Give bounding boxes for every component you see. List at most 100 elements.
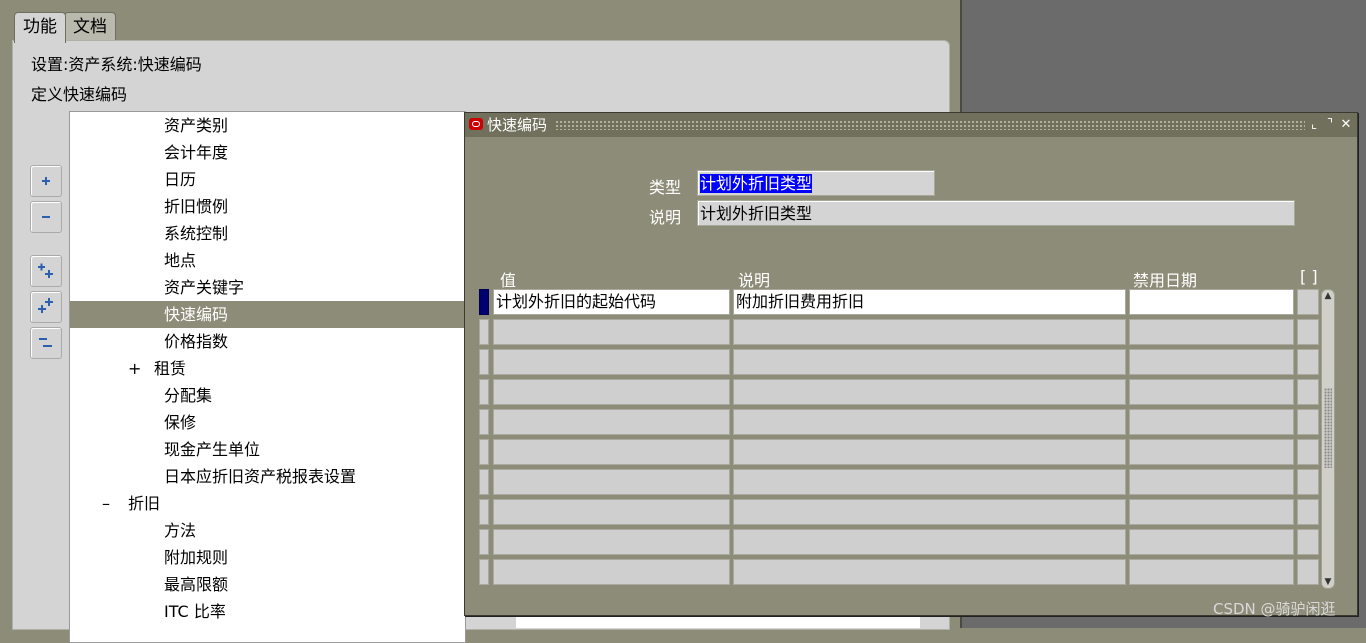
value-cell[interactable] (493, 529, 730, 555)
dff-cell[interactable] (1297, 289, 1319, 315)
dialog-titlebar[interactable]: 快速编码 ⌞ ⌝ ✕ (465, 113, 1357, 137)
tree-item[interactable]: 资产类别 (70, 112, 465, 139)
tree-item[interactable]: 快速编码 (70, 301, 465, 328)
row-indicator[interactable] (479, 319, 489, 345)
tree-item[interactable]: ITC 比率 (70, 598, 465, 625)
dff-cell[interactable] (1297, 379, 1319, 405)
tree-item[interactable]: 日本应折旧资产税报表设置 (70, 463, 465, 490)
disabled-date-cell[interactable] (1129, 469, 1294, 495)
row-indicator[interactable] (479, 409, 489, 435)
dff-cell[interactable] (1297, 529, 1319, 555)
dff-cell[interactable] (1297, 499, 1319, 525)
tree-item-label: 方法 (164, 521, 197, 540)
disabled-date-cell[interactable] (1129, 499, 1294, 525)
description-cell[interactable] (733, 559, 1126, 585)
row-indicator[interactable] (479, 559, 489, 585)
row-indicator[interactable] (479, 499, 489, 525)
dff-cell[interactable] (1297, 559, 1319, 585)
disabled-date-cell[interactable] (1129, 559, 1294, 585)
desc-field[interactable]: 计划外折旧类型 (697, 200, 1295, 226)
collapse-button[interactable] (30, 201, 62, 233)
collapse-node-icon[interactable]: – (102, 490, 110, 517)
scroll-grip[interactable] (1324, 388, 1332, 468)
expand-node-icon[interactable]: + (128, 355, 141, 382)
row-indicator[interactable] (479, 379, 489, 405)
tree-item-label: 价格指数 (164, 332, 229, 351)
row-indicator[interactable] (479, 289, 489, 315)
description-cell[interactable] (733, 499, 1126, 525)
value-cell[interactable] (493, 499, 730, 525)
tree-item-label: 快速编码 (164, 305, 229, 324)
tree-item[interactable]: 最高限额 (70, 571, 465, 598)
scroll-down-icon[interactable]: ▼ (1322, 576, 1334, 588)
grid-scrollbar[interactable]: ▲ ▼ (1321, 289, 1335, 589)
dff-cell[interactable] (1297, 409, 1319, 435)
tree-item[interactable]: 附加规则 (70, 544, 465, 571)
description-cell[interactable] (733, 439, 1126, 465)
value-cell[interactable] (493, 349, 730, 375)
value-cell[interactable] (493, 379, 730, 405)
tab-functions[interactable]: 功能 (14, 12, 66, 43)
tree-item[interactable]: 方法 (70, 517, 465, 544)
tab-documents[interactable]: 文档 (64, 12, 116, 41)
dff-cell[interactable] (1297, 439, 1319, 465)
value-cell[interactable] (493, 319, 730, 345)
expand-all-button[interactable] (30, 291, 62, 323)
dff-cell[interactable] (1297, 349, 1319, 375)
disabled-date-cell[interactable] (1129, 379, 1294, 405)
disabled-date-cell[interactable] (1129, 529, 1294, 555)
expand-all-icon (38, 298, 53, 313)
description-cell[interactable] (733, 319, 1126, 345)
disabled-date-cell[interactable] (1129, 439, 1294, 465)
tree-item-label: ITC 比率 (164, 602, 226, 621)
disabled-date-cell[interactable] (1129, 409, 1294, 435)
disabled-date-cell[interactable] (1129, 319, 1294, 345)
tree-item[interactable]: 保修 (70, 409, 465, 436)
dff-cell[interactable] (1297, 469, 1319, 495)
expand-icon (42, 177, 50, 185)
maximize-icon[interactable]: ⌝ (1323, 117, 1337, 133)
tree-item[interactable]: + 租赁 (70, 355, 465, 382)
description-cell[interactable] (733, 349, 1126, 375)
row-indicator[interactable] (479, 439, 489, 465)
description-cell[interactable] (733, 379, 1126, 405)
tree-item[interactable]: 折旧惯例 (70, 193, 465, 220)
description-cell[interactable]: 附加折旧费用折旧 (733, 289, 1126, 315)
description-cell[interactable] (733, 469, 1126, 495)
tree-item[interactable]: 分配集 (70, 382, 465, 409)
breadcrumb: 设置:资产系统:快速编码 (31, 55, 202, 74)
dff-cell[interactable] (1297, 319, 1319, 345)
type-field[interactable]: 计划外折旧类型 (697, 170, 935, 196)
expand-button[interactable] (30, 165, 62, 197)
titlebar-grip (555, 120, 1305, 130)
tree-item-label: 日历 (164, 170, 197, 189)
navigator-tree: 资产类别 会计年度日历折旧惯例 系统控制 地点 资产关键字快速编码价格指数 + 租赁 分配集保… (69, 111, 466, 643)
row-indicator[interactable] (479, 529, 489, 555)
tree-item[interactable]: – 折旧 (70, 490, 465, 517)
value-cell[interactable] (493, 469, 730, 495)
tree-item[interactable]: 资产关键字 (70, 274, 465, 301)
disabled-date-cell[interactable] (1129, 349, 1294, 375)
value-cell[interactable]: 计划外折旧的起始代码 (493, 289, 730, 315)
scroll-up-icon[interactable]: ▲ (1322, 290, 1334, 302)
description-cell[interactable] (733, 409, 1126, 435)
tree-item[interactable]: 地点 (70, 247, 465, 274)
tree-item[interactable]: 会计年度 (70, 139, 465, 166)
tree-item-label: 日本应折旧资产税报表设置 (164, 467, 357, 486)
value-cell[interactable] (493, 559, 730, 585)
collapse-all-button[interactable] (30, 327, 62, 359)
disabled-date-cell[interactable] (1129, 289, 1294, 315)
tree-item[interactable]: 价格指数 (70, 328, 465, 355)
tree-item[interactable]: 现金产生单位 (70, 436, 465, 463)
tree-item[interactable]: 日历 (70, 166, 465, 193)
tree-item[interactable]: 系统控制 (70, 220, 465, 247)
row-indicator[interactable] (479, 349, 489, 375)
value-cell[interactable] (493, 409, 730, 435)
value-cell[interactable] (493, 439, 730, 465)
expand-branch-button[interactable] (30, 255, 62, 287)
row-indicator[interactable] (479, 469, 489, 495)
minimize-icon[interactable]: ⌞ (1307, 117, 1321, 133)
close-icon[interactable]: ✕ (1339, 117, 1353, 133)
description-cell[interactable] (733, 529, 1126, 555)
col-dff-header[interactable]: [ ] (1300, 267, 1318, 286)
